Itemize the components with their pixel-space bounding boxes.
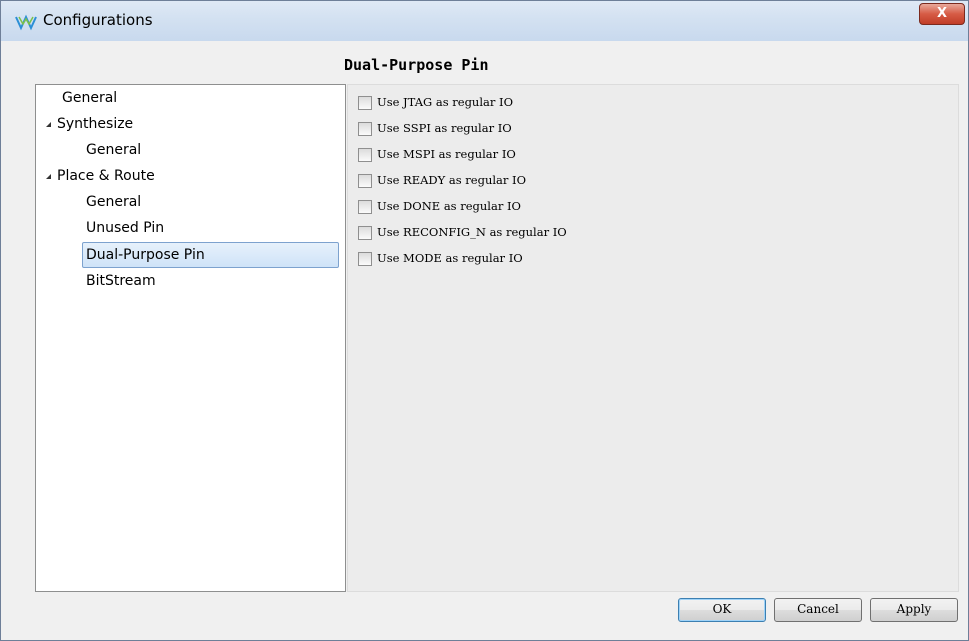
tree-item-label: Synthesize [57,116,134,132]
tree-item-bitstream[interactable]: BitStream [86,269,156,293]
option-label: Use RECONFIG_N as regular IO [377,225,567,239]
tree-item-unused-pin[interactable]: Unused Pin [86,216,164,240]
tree-item-label: Dual-Purpose Pin [86,247,205,263]
tree-item-label: General [86,194,142,210]
cancel-button[interactable]: Cancel [774,598,862,622]
title-bar[interactable]: Configurations X [1,1,968,41]
jtag-checkbox[interactable] [358,96,372,110]
page-title: Dual-Purpose Pin [344,56,489,74]
tree-item-label: General [86,142,142,158]
tree-item-dual-purpose-pin[interactable]: Dual-Purpose Pin [82,242,339,268]
apply-button[interactable]: Apply [870,598,958,622]
collapse-arrow-icon[interactable] [46,173,51,179]
options-panel: Use JTAG as regular IO Use SSPI as regul… [347,84,959,592]
configurations-dialog: Configurations X Dual-Purpose Pin Genera… [0,0,969,641]
collapse-arrow-icon[interactable] [46,121,51,127]
option-label: Use DONE as regular IO [377,199,521,213]
tree-item-label: BitStream [86,273,156,289]
app-logo-icon [15,14,37,31]
option-label: Use JTAG as regular IO [377,95,513,109]
tree-item-place-route-general[interactable]: General [86,190,141,214]
tree-item-place-route[interactable]: Place & Route [46,164,155,188]
option-label: Use SSPI as regular IO [377,121,512,135]
tree-item-general[interactable]: General [62,86,117,110]
window-title: Configurations [43,11,153,29]
tree-item-label: Place & Route [57,168,155,184]
close-icon: X [936,6,948,21]
done-checkbox[interactable] [358,200,372,214]
tree-item-label: Unused Pin [86,220,165,236]
mspi-checkbox[interactable] [358,148,372,162]
ready-checkbox[interactable] [358,174,372,188]
reconfig-n-checkbox[interactable] [358,226,372,240]
mode-checkbox[interactable] [358,252,372,266]
dialog-body: Dual-Purpose Pin General Synthesize Gene… [9,41,961,631]
tree-item-synthesize[interactable]: Synthesize [46,112,133,136]
tree-item-label: General [62,90,118,106]
ok-button[interactable]: OK [678,598,766,622]
option-label: Use READY as regular IO [377,173,527,187]
option-label: Use MODE as regular IO [377,251,523,265]
sspi-checkbox[interactable] [358,122,372,136]
close-button[interactable]: X [919,3,965,25]
option-label: Use MSPI as regular IO [377,147,516,161]
settings-tree[interactable]: General Synthesize General Place & Route… [35,84,346,592]
tree-item-synthesize-general[interactable]: General [86,138,141,162]
